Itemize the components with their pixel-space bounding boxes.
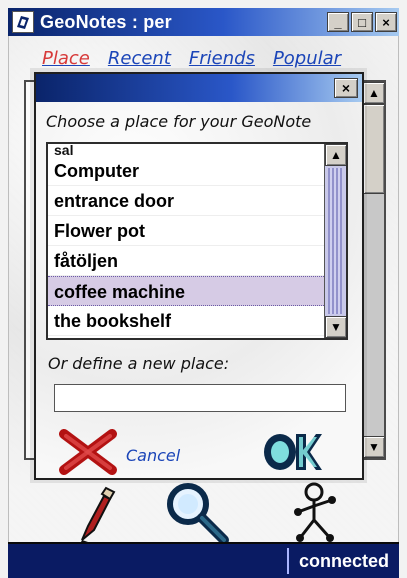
connection-status: connected — [298, 550, 389, 571]
cancel-label: Cancel — [126, 445, 181, 465]
places-items: sal Computer entrance door Flower pot få… — [48, 144, 324, 338]
app-window: GeoNotes : per _ □ × Place Recent Friend… — [0, 0, 407, 578]
stick-figure-icon[interactable] — [280, 478, 350, 548]
pencil-icon-svg — [80, 486, 116, 544]
status-divider — [286, 548, 289, 574]
window-controls: _ □ × — [327, 12, 397, 32]
tab-recent[interactable]: Recent — [108, 48, 171, 69]
choose-place-dialog: × Choose a place for your GeoNote sal Co… — [34, 72, 364, 480]
tab-bar: Place Recent Friends Popular — [42, 48, 382, 69]
new-place-input[interactable] — [54, 384, 346, 412]
ok-button[interactable]: OK — [258, 424, 322, 474]
place-item[interactable]: entrance door — [48, 186, 324, 216]
tab-friends[interactable]: Friends — [189, 48, 255, 69]
status-bar: connected — [8, 542, 399, 578]
place-item-partial[interactable]: sal — [48, 144, 324, 157]
places-scrollbar[interactable]: ▲ ▼ — [324, 144, 346, 338]
dialog-title-bar: × — [36, 74, 362, 102]
dialog-close-button[interactable]: × — [334, 78, 358, 98]
magnifier-icon[interactable] — [158, 478, 229, 548]
dialog-actions: Cancel OK — [48, 424, 348, 484]
window-title: GeoNotes : per — [40, 11, 172, 32]
cancel-button[interactable]: Cancel — [56, 424, 180, 478]
title-bar: GeoNotes : per _ □ × — [8, 8, 399, 36]
place-item[interactable]: Computer — [48, 156, 324, 186]
tab-popular[interactable]: Popular — [273, 48, 341, 69]
minimize-button[interactable]: _ — [327, 12, 349, 32]
stick-figure-icon-svg — [294, 482, 336, 542]
ok-icon — [264, 434, 322, 470]
places-scroll-track[interactable] — [328, 168, 342, 314]
places-scroll-down-button[interactable]: ▼ — [325, 316, 346, 338]
close-button[interactable]: × — [375, 12, 397, 32]
pencil-icon[interactable] — [58, 478, 128, 548]
place-item-selected[interactable]: coffee machine — [48, 276, 324, 306]
dialog-content: Choose a place for your GeoNote sal Comp… — [36, 102, 362, 478]
place-item[interactable]: fåtöljen — [48, 246, 324, 276]
geonotes-app-icon[interactable] — [12, 11, 34, 33]
maximize-button[interactable]: □ — [351, 12, 373, 32]
define-new-place-label: Or define a new place: — [48, 354, 230, 373]
magnifier-icon-svg — [167, 483, 229, 545]
place-item[interactable]: the bookshelf — [48, 306, 324, 336]
place-item[interactable]: Flower pot — [48, 216, 324, 246]
tab-place[interactable]: Place — [42, 48, 90, 69]
red-x-icon — [59, 429, 117, 475]
places-list[interactable]: sal Computer entrance door Flower pot få… — [46, 142, 348, 340]
geonotes-app-icon-svg — [17, 16, 29, 29]
dialog-prompt: Choose a place for your GeoNote — [46, 112, 312, 131]
bottom-toolbar — [40, 478, 360, 548]
places-scroll-up-button[interactable]: ▲ — [325, 144, 346, 166]
